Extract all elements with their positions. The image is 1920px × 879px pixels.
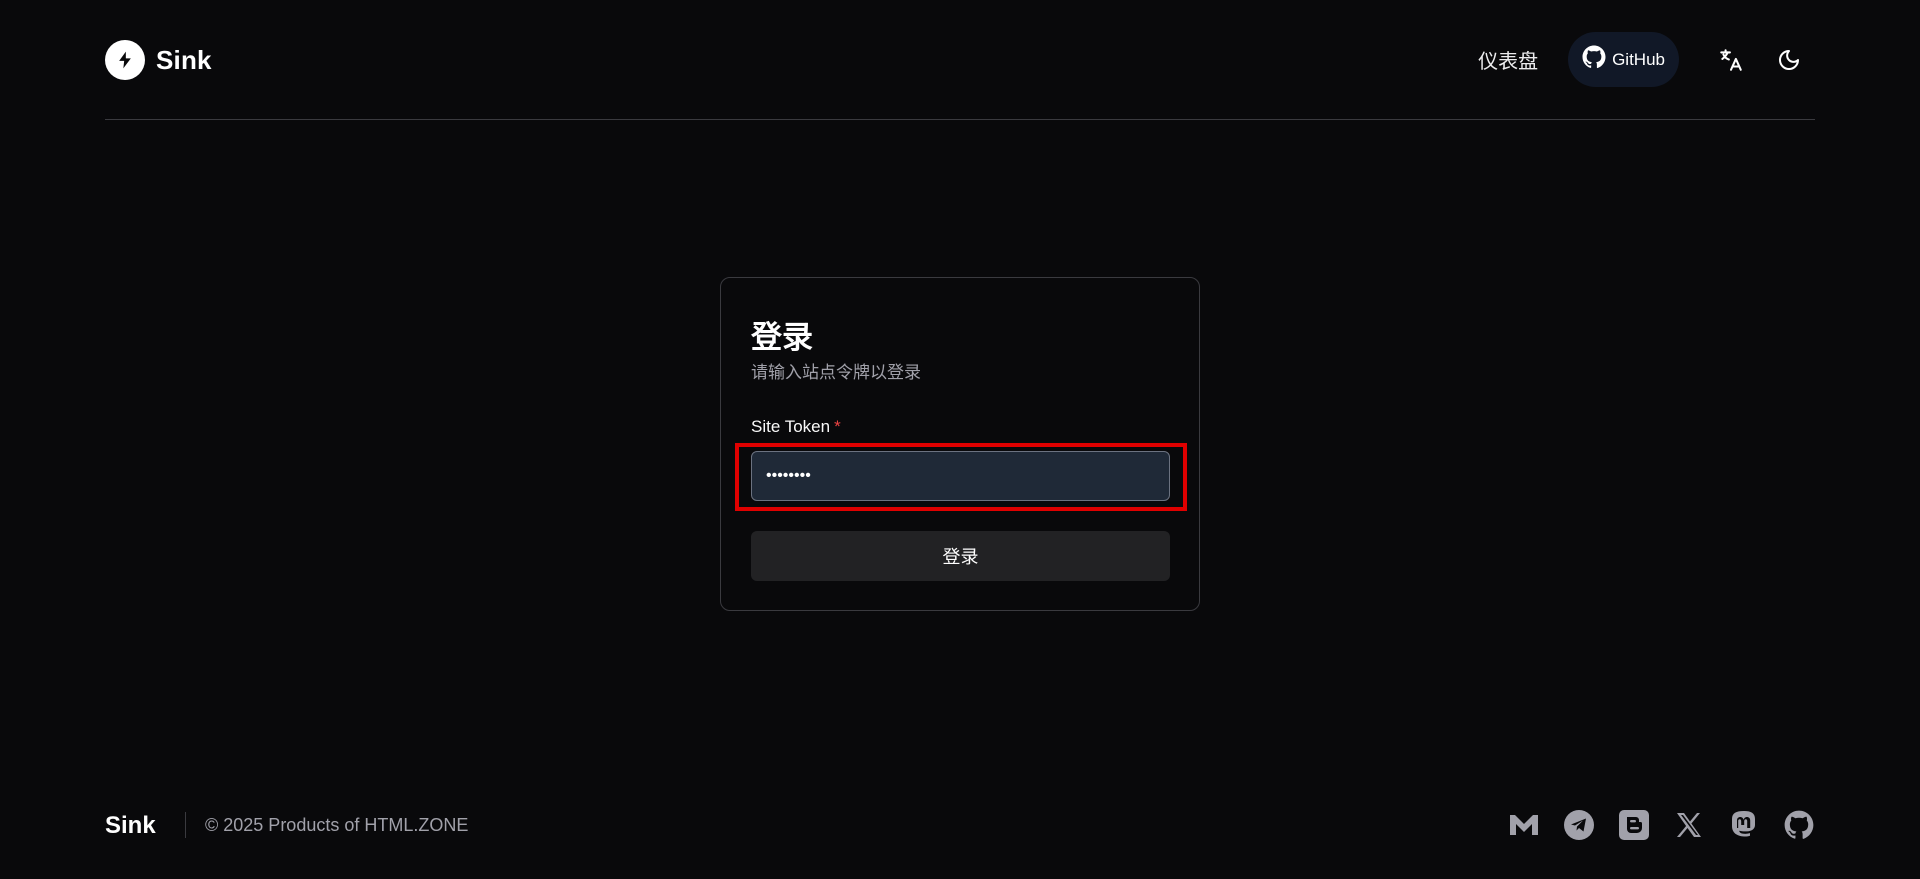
github-label: GitHub (1612, 49, 1665, 69)
login-title: 登录 (751, 320, 813, 355)
telegram-icon[interactable] (1563, 809, 1595, 841)
site-footer: Sink © 2025 Products of HTML.ZONE (105, 800, 1815, 850)
moon-icon[interactable] (1763, 34, 1815, 86)
social-links (1508, 809, 1815, 841)
site-token-label-text: Site Token (751, 417, 831, 436)
brand-name: Sink (156, 44, 212, 75)
footer-copyright: © 2025 Products of HTML.ZONE (205, 815, 469, 835)
lightning-logo-icon (105, 40, 145, 80)
site-header: Sink 仪表盘 GitHub (105, 0, 1815, 120)
required-mark: * (834, 417, 841, 436)
login-button[interactable]: 登录 (751, 531, 1170, 581)
header-nav: 仪表盘 GitHub (1464, 32, 1815, 87)
mail-icon[interactable] (1508, 809, 1540, 841)
brand-link[interactable]: Sink (105, 40, 212, 80)
login-description: 请输入站点令牌以登录 (751, 363, 921, 382)
blogger-icon[interactable] (1618, 809, 1650, 841)
github-footer-icon[interactable] (1783, 809, 1815, 841)
github-button[interactable]: GitHub (1568, 32, 1679, 87)
nav-dashboard-link[interactable]: 仪表盘 (1464, 45, 1552, 74)
x-icon[interactable] (1673, 809, 1705, 841)
mastodon-icon[interactable] (1728, 809, 1760, 841)
language-icon[interactable] (1705, 34, 1757, 86)
footer-brand[interactable]: Sink (105, 812, 156, 840)
site-token-input[interactable] (751, 451, 1170, 501)
footer-divider (185, 812, 186, 838)
login-card: 登录 请输入站点令牌以登录 Site Token * 登录 (720, 277, 1200, 611)
github-icon (1582, 45, 1606, 74)
site-token-label: Site Token * (751, 417, 841, 437)
